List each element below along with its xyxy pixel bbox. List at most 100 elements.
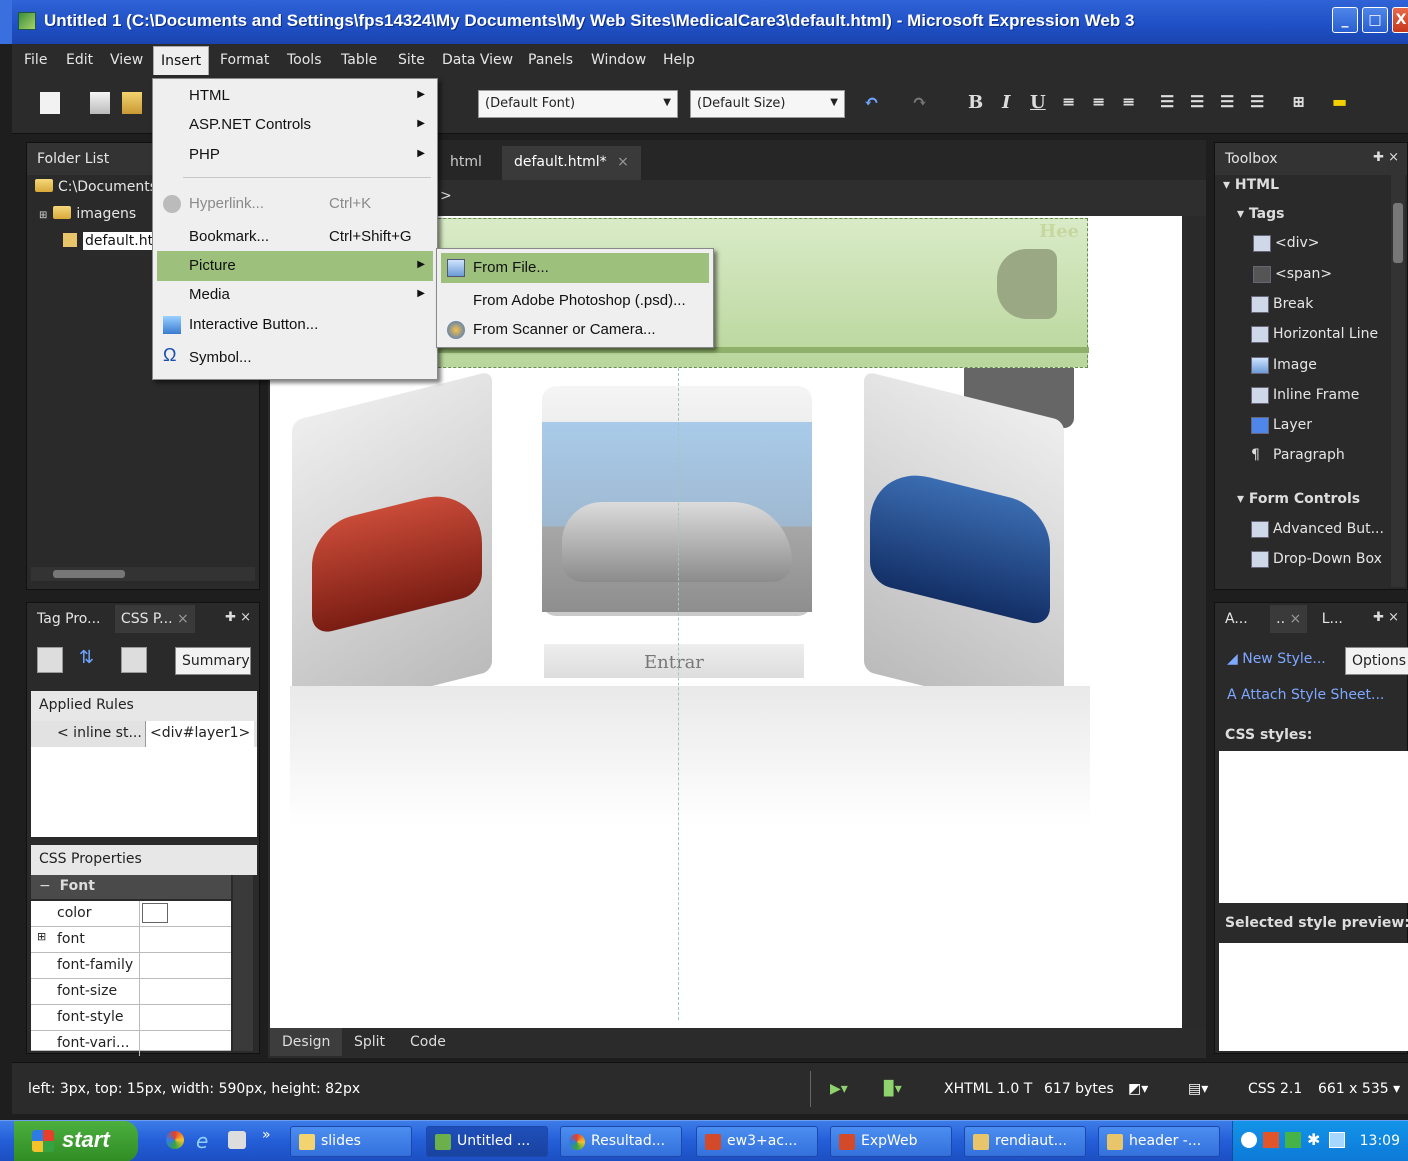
new-style-link[interactable]: ◢ New Style... bbox=[1227, 651, 1326, 667]
applied-rule-row[interactable]: < inline st... <div#layer1> bbox=[31, 721, 257, 747]
tray-network-icon[interactable]: ✱ bbox=[1307, 1130, 1320, 1149]
menu-item-bookmark[interactable]: Bookmark... Ctrl+Shift+G bbox=[157, 222, 433, 252]
task-resultado[interactable]: Resultad... bbox=[560, 1126, 682, 1157]
decrease-indent-icon[interactable]: ☰ bbox=[1220, 92, 1234, 111]
property-value[interactable] bbox=[139, 1005, 231, 1030]
dimensions-readout[interactable]: 661 x 535 ▾ bbox=[1318, 1081, 1400, 1097]
open-icon[interactable] bbox=[90, 92, 110, 114]
chrome-icon[interactable] bbox=[166, 1131, 184, 1149]
tool-advanced-button[interactable]: Advanced But... bbox=[1251, 521, 1384, 538]
maximize-button[interactable]: □ bbox=[1362, 7, 1388, 33]
color-swatch[interactable] bbox=[142, 903, 168, 923]
toolbox-tags-group[interactable]: ▾ Tags bbox=[1237, 206, 1284, 222]
scrollbar-thumb[interactable] bbox=[53, 570, 125, 578]
collapse-icon[interactable]: ▾ bbox=[1223, 177, 1230, 193]
collapse-icon[interactable]: ▾ bbox=[1237, 491, 1244, 507]
close-button[interactable]: X bbox=[1392, 7, 1408, 33]
property-row[interactable]: font-family bbox=[31, 953, 231, 979]
menu-item-media[interactable]: Media ▶ bbox=[157, 280, 433, 310]
tab-tag-properties[interactable]: Tag Pro... bbox=[37, 611, 100, 627]
property-row[interactable]: font-style bbox=[31, 1005, 231, 1031]
task-rendiaut[interactable]: rendiaut... bbox=[964, 1126, 1086, 1157]
folder-imagens[interactable]: ⊞ imagens bbox=[39, 206, 136, 222]
property-value[interactable] bbox=[139, 901, 231, 926]
menu-item-hyperlink[interactable]: Hyperlink... Ctrl+K bbox=[157, 189, 433, 219]
pin-icon[interactable]: ✚ × bbox=[1373, 610, 1399, 625]
menu-item-symbol[interactable]: Ω Symbol... bbox=[157, 343, 433, 373]
folder-root[interactable]: C:\Documents bbox=[35, 179, 157, 195]
property-value[interactable] bbox=[139, 953, 231, 978]
clock[interactable]: 13:09 bbox=[1360, 1133, 1400, 1149]
quicklaunch-chevron[interactable]: » bbox=[262, 1127, 271, 1143]
task-header[interactable]: header -... bbox=[1098, 1126, 1220, 1157]
menu-tools[interactable]: Tools bbox=[287, 52, 322, 68]
menu-window[interactable]: Window bbox=[591, 52, 646, 68]
folder-icon[interactable] bbox=[122, 92, 142, 114]
start-button[interactable]: start bbox=[14, 1121, 138, 1161]
menu-help[interactable]: Help bbox=[663, 52, 695, 68]
quick-tag-selector[interactable]: > bbox=[440, 188, 452, 204]
toolbox-form-group[interactable]: ▾ Form Controls bbox=[1237, 491, 1360, 507]
property-row[interactable]: ⊞ font bbox=[31, 927, 231, 953]
menu-item-html[interactable]: HTML ▶ bbox=[157, 81, 433, 111]
tool-div[interactable]: <div> bbox=[1253, 235, 1320, 252]
property-row[interactable]: font-vari... bbox=[31, 1031, 231, 1056]
align-center-icon[interactable]: ≡ bbox=[1092, 92, 1105, 111]
tool-paragraph[interactable]: ¶ Paragraph bbox=[1251, 447, 1345, 463]
minimize-button[interactable]: _ bbox=[1332, 7, 1358, 33]
tab-default[interactable]: default.html* × bbox=[502, 146, 641, 180]
task-ew3[interactable]: ew3+ac... bbox=[696, 1126, 818, 1157]
entrar-bar[interactable]: Entrar bbox=[544, 644, 804, 678]
toolbox-scrollbar[interactable] bbox=[1391, 175, 1405, 587]
menu-item-from-psd[interactable]: From Adobe Photoshop (.psd)... bbox=[441, 286, 709, 316]
align-left-icon[interactable]: ≡ bbox=[1062, 92, 1075, 111]
close-tab-icon[interactable]: × bbox=[617, 154, 629, 170]
show-set-properties-icon[interactable] bbox=[121, 647, 147, 673]
tool-span[interactable]: <span> bbox=[1253, 266, 1332, 283]
property-value[interactable] bbox=[139, 979, 231, 1004]
horizontal-scrollbar[interactable] bbox=[31, 567, 255, 581]
italic-button[interactable]: I bbox=[1002, 92, 1010, 113]
tab-layers[interactable]: L... bbox=[1322, 611, 1343, 627]
doctype-readout[interactable]: XHTML 1.0 T bbox=[944, 1081, 1032, 1097]
toolbox-html-group[interactable]: ▾ HTML bbox=[1223, 177, 1279, 193]
tab-html[interactable]: html bbox=[438, 146, 494, 180]
entrar-link[interactable]: Entrar bbox=[644, 652, 704, 673]
style-icon[interactable]: ◩▾ bbox=[1128, 1081, 1148, 1097]
menu-table[interactable]: Table bbox=[341, 52, 377, 68]
menu-data-view[interactable]: Data View bbox=[442, 52, 513, 68]
tab-manage-styles[interactable]: .. × bbox=[1270, 605, 1308, 633]
tool-image[interactable]: Image bbox=[1251, 357, 1317, 374]
tray-app-icon[interactable] bbox=[1263, 1132, 1279, 1148]
scrollbar-thumb[interactable] bbox=[1393, 203, 1403, 263]
tray-expand-icon[interactable] bbox=[1241, 1132, 1257, 1148]
size-select[interactable]: (Default Size) ▼ bbox=[690, 90, 845, 118]
menu-item-from-scanner[interactable]: From Scanner or Camera... bbox=[441, 315, 709, 345]
pin-icon[interactable]: ✚ × bbox=[1373, 150, 1399, 165]
expand-icon[interactable]: ⊞ bbox=[37, 930, 46, 943]
collapse-icon[interactable]: ▾ bbox=[1237, 206, 1244, 222]
property-row[interactable]: font-size bbox=[31, 979, 231, 1005]
pin-icon[interactable]: ✚ × bbox=[225, 610, 251, 625]
numbered-list-icon[interactable]: ☰ bbox=[1160, 92, 1174, 111]
menu-view[interactable]: View bbox=[110, 52, 143, 68]
tab-design[interactable]: Design bbox=[270, 1028, 343, 1056]
vertical-scrollbar[interactable] bbox=[1186, 216, 1206, 1028]
css-styles-list[interactable] bbox=[1219, 751, 1408, 903]
menu-edit[interactable]: Edit bbox=[66, 52, 93, 68]
attach-style-sheet-link[interactable]: A Attach Style Sheet... bbox=[1227, 687, 1384, 703]
close-icon[interactable]: × bbox=[1290, 611, 1302, 627]
tab-code[interactable]: Code bbox=[400, 1034, 456, 1050]
menu-item-aspnet[interactable]: ASP.NET Controls ▶ bbox=[157, 110, 433, 140]
properties-scrollbar[interactable] bbox=[233, 875, 253, 1051]
align-right-icon[interactable]: ≡ bbox=[1122, 92, 1135, 111]
sort-icon[interactable]: ⇅ bbox=[79, 647, 105, 673]
options-button[interactable]: Options bbox=[1345, 647, 1408, 675]
undo-icon[interactable]: ↶ bbox=[864, 92, 879, 113]
increase-indent-icon[interactable]: ☰ bbox=[1250, 92, 1264, 111]
property-row[interactable]: color bbox=[31, 901, 231, 927]
file-default[interactable]: default.ht bbox=[63, 232, 156, 250]
tool-dropdown[interactable]: Drop-Down Box bbox=[1251, 551, 1382, 568]
font-category[interactable]: − Font bbox=[31, 875, 231, 899]
menu-item-php[interactable]: PHP ▶ bbox=[157, 140, 433, 170]
